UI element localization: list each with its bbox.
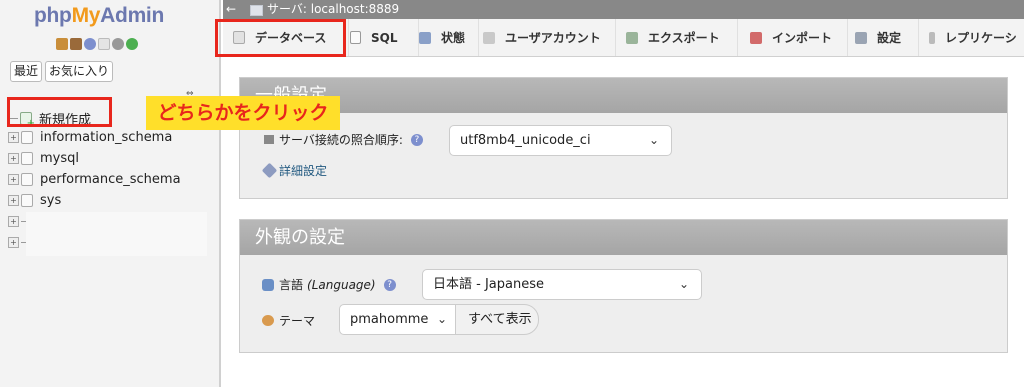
- main-content: 一般設定 サーバ接続の照合順序: ? utf8mb4_unicode_ci ⌄ …: [223, 57, 1024, 387]
- navigation-sidebar: phpMyAdmin 最近 お気に入り ⇔ 新規作成 + information…: [0, 0, 221, 387]
- theme-row: テーマ: [262, 312, 315, 329]
- sql-icon: [350, 31, 361, 44]
- recent-button[interactable]: 最近: [10, 61, 43, 82]
- help-icon[interactable]: [84, 38, 96, 50]
- more-settings-link[interactable]: 詳細設定: [279, 162, 327, 179]
- expand-icon[interactable]: +: [8, 173, 19, 185]
- expand-icon[interactable]: +: [8, 131, 19, 143]
- collation-select[interactable]: utf8mb4_unicode_ci ⌄: [449, 125, 672, 156]
- server-breadcrumb[interactable]: サーバ: localhost:8889: [267, 0, 399, 19]
- tree-item-label[interactable]: sys: [40, 193, 61, 208]
- tab-user-accounts[interactable]: ユーザアカウント: [483, 19, 616, 56]
- tab-replication[interactable]: レプリケーシ: [929, 19, 1024, 56]
- export-icon: [626, 31, 638, 44]
- tab-import[interactable]: インポート: [750, 19, 848, 56]
- theme-select[interactable]: pmahomme ⌄: [339, 304, 456, 335]
- highlight-new-database: [7, 97, 112, 127]
- database-icon: [21, 172, 33, 186]
- language-label-en: (Language): [307, 277, 376, 292]
- tree-item-label[interactable]: mysql: [40, 151, 79, 166]
- tab-export[interactable]: エクスポート: [626, 19, 738, 56]
- wrench-icon: [261, 162, 278, 179]
- collation-label: サーバ接続の照合順序:: [279, 133, 403, 147]
- tab-settings[interactable]: 設定: [855, 19, 919, 56]
- panel-title: 一般設定: [240, 78, 1007, 113]
- language-label: 言語: [279, 278, 304, 292]
- help-icon[interactable]: ?: [383, 278, 396, 291]
- language-row: 言語 (Language) ?: [262, 276, 396, 293]
- expand-icon[interactable]: +: [8, 215, 19, 227]
- chevron-down-icon: ⌄: [436, 312, 447, 326]
- view-all-themes-button[interactable]: すべて表示: [455, 304, 539, 335]
- back-arrow-icon[interactable]: ←: [226, 0, 236, 19]
- chevron-down-icon: ⌄: [648, 133, 659, 147]
- home-icon[interactable]: [56, 38, 68, 50]
- replication-icon: [929, 31, 935, 44]
- reload-icon[interactable]: [126, 38, 138, 50]
- status-icon: [419, 31, 431, 44]
- tab-sql[interactable]: SQL: [350, 19, 419, 56]
- more-settings-link-row: 詳細設定: [261, 162, 327, 179]
- instruction-callout: どちらかをクリック: [146, 96, 340, 130]
- expand-icon[interactable]: +: [8, 194, 19, 206]
- database-icon: [21, 193, 33, 207]
- database-icon: [21, 130, 33, 144]
- tree-item-label[interactable]: performance_schema: [40, 172, 181, 187]
- navigation-icons: [56, 38, 138, 50]
- wrench-icon: [855, 31, 867, 44]
- server-breadcrumb-bar: ← サーバ: localhost:8889: [223, 0, 1024, 19]
- list-icon: [264, 135, 274, 144]
- panel-title: 外観の設定: [240, 220, 1007, 255]
- server-icon: [250, 5, 263, 16]
- settings-icon[interactable]: [112, 38, 124, 50]
- palette-icon: [262, 315, 274, 326]
- expand-icon[interactable]: +: [8, 236, 19, 248]
- chevron-down-icon: ⌄: [678, 277, 689, 291]
- tree-item-mysql[interactable]: + mysql: [8, 149, 79, 167]
- theme-label: テーマ: [279, 314, 316, 328]
- database-icon: [21, 151, 33, 165]
- tab-status[interactable]: 状態: [419, 19, 479, 56]
- language-icon: [262, 278, 274, 291]
- tree-item-information-schema[interactable]: + information_schema: [8, 128, 172, 146]
- tree-item-label[interactable]: information_schema: [40, 130, 172, 145]
- tree-item-performance-schema[interactable]: + performance_schema: [8, 170, 181, 188]
- expand-icon[interactable]: +: [8, 152, 19, 164]
- favorites-button[interactable]: お気に入り: [45, 61, 114, 82]
- users-icon: [483, 31, 495, 44]
- general-settings-panel: 一般設定 サーバ接続の照合順序: ? utf8mb4_unicode_ci ⌄ …: [239, 77, 1008, 199]
- highlight-databases-tab: [215, 19, 346, 57]
- appearance-settings-panel: 外観の設定 言語 (Language) ? 日本語 - Japanese ⌄ テ…: [239, 219, 1008, 353]
- phpmyadmin-logo[interactable]: phpMyAdmin: [34, 4, 164, 28]
- tree-item-sys[interactable]: + sys: [8, 191, 61, 209]
- docs-icon[interactable]: [98, 38, 110, 50]
- tree-placeholder: [26, 212, 207, 256]
- import-icon: [750, 31, 762, 44]
- exit-icon[interactable]: [70, 38, 82, 50]
- help-icon[interactable]: ?: [410, 133, 423, 146]
- collation-row: サーバ接続の照合順序: ?: [264, 131, 423, 148]
- language-select[interactable]: 日本語 - Japanese ⌄: [422, 269, 702, 300]
